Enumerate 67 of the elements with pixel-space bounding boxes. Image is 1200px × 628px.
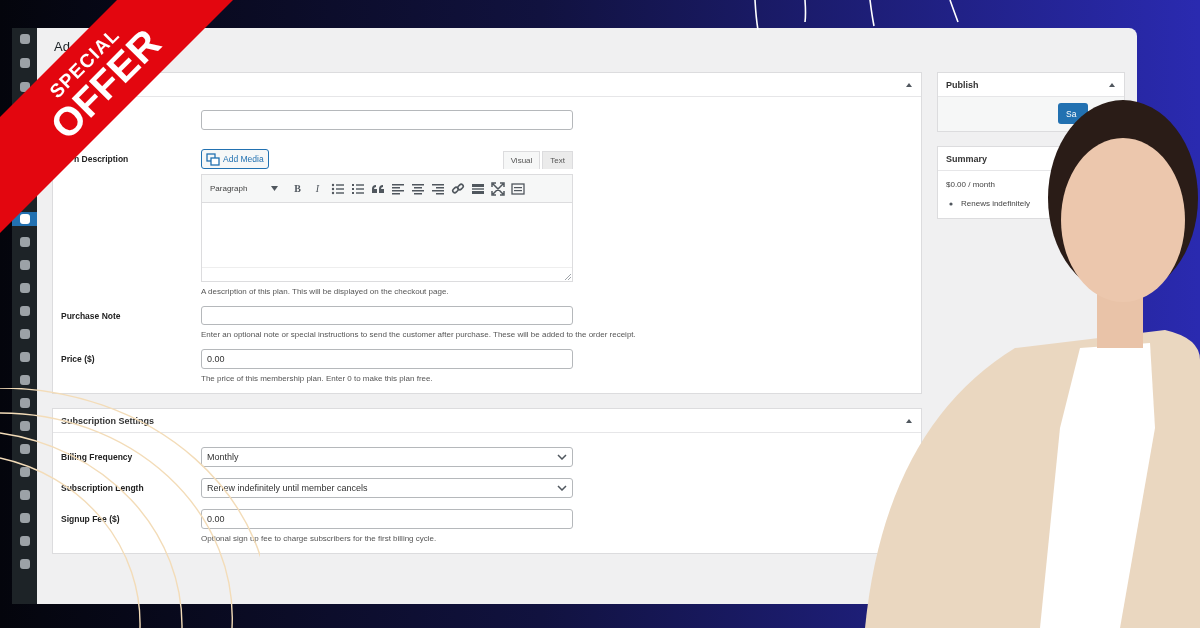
format-dropdown[interactable]: Paragraph	[206, 181, 282, 196]
menu-icon	[18, 81, 31, 93]
align-left-icon	[390, 181, 405, 196]
italic-button[interactable]: I	[309, 179, 326, 198]
menu-icon	[18, 351, 31, 363]
menu-icon	[18, 328, 31, 340]
fullscreen-icon	[490, 181, 505, 196]
input-field[interactable]: 0.00	[201, 349, 573, 369]
collapse-arrow-icon	[1108, 81, 1116, 88]
menu-icon	[18, 374, 31, 386]
menu-icon	[18, 489, 31, 501]
field-label: Price ($)	[60, 353, 96, 364]
editor-tab[interactable]: Visual	[502, 151, 541, 169]
field-label: Subscription Length	[60, 482, 145, 493]
panel-title: Publish	[946, 79, 979, 90]
numbered-list-icon	[350, 181, 365, 196]
menu-icon	[18, 466, 31, 478]
help-text: Enter an optional note or special instructions to send the customer after purchase. These will be added to the order receipt.	[201, 330, 636, 339]
align-right-icon	[430, 181, 445, 196]
price-summary: $0.00 / month	[946, 180, 996, 189]
summary-text: Renews indefinitely	[961, 199, 1030, 208]
dropdown-value: Paragraph	[210, 184, 248, 193]
input-field[interactable]: 0.00	[201, 509, 573, 529]
help-text: A description of this plan. This will be displayed on the checkout page.	[201, 287, 449, 296]
text-editor[interactable]: Paragraph B I	[201, 174, 573, 282]
toolbar-toggle-icon	[510, 181, 525, 196]
menu-icon	[18, 443, 31, 455]
field-label: Billing Frequency	[60, 451, 134, 462]
add-media-button[interactable]: Add Media	[201, 149, 269, 169]
field-label: n Description	[74, 153, 129, 164]
panel-title: Subscription Settings	[61, 415, 154, 426]
input-field[interactable]	[201, 110, 573, 130]
collapse-arrow-icon	[905, 417, 913, 424]
menu-icon	[18, 282, 31, 294]
media-icon	[206, 152, 220, 166]
menu-icon	[18, 305, 31, 317]
menu-icon	[18, 397, 31, 409]
menu-icon	[18, 259, 31, 271]
menu-icon	[18, 57, 31, 69]
field-label: Signup Fee ($)	[60, 513, 121, 524]
chevron-down-icon	[557, 485, 567, 491]
dropdown-value: Renew indefinitely until member cancels	[207, 483, 368, 493]
bullet-list-icon	[330, 181, 345, 196]
fullscreen-button[interactable]	[489, 179, 506, 198]
dropdown-value: Monthly	[207, 452, 239, 462]
resize-handle-icon	[565, 274, 571, 280]
bold-button[interactable]: B	[289, 179, 306, 198]
menu-icon	[18, 236, 31, 248]
menu-icon	[18, 512, 31, 524]
editor-tab[interactable]: Text	[542, 151, 573, 169]
align-center-icon	[410, 181, 425, 196]
help-text: The price of this membership plan. Enter 0 to make this plan free.	[201, 374, 433, 383]
caret-icon	[271, 186, 278, 191]
panel-title: Summary	[946, 153, 988, 164]
menu-icon	[18, 33, 31, 45]
menu-icon	[18, 535, 31, 547]
menu-icon	[18, 558, 31, 570]
dropdown[interactable]: Monthly	[201, 447, 573, 467]
menu-icon	[18, 213, 31, 225]
bullet-icon	[949, 201, 953, 206]
collapse-arrow-icon	[905, 81, 913, 88]
chevron-down-icon	[557, 454, 567, 460]
link-icon	[450, 181, 465, 196]
read-more-icon	[470, 181, 485, 196]
menu-icon	[18, 420, 31, 432]
dropdown[interactable]: Renew indefinitely until member cancels	[201, 478, 573, 498]
field-label: Purchase Note	[60, 310, 122, 321]
